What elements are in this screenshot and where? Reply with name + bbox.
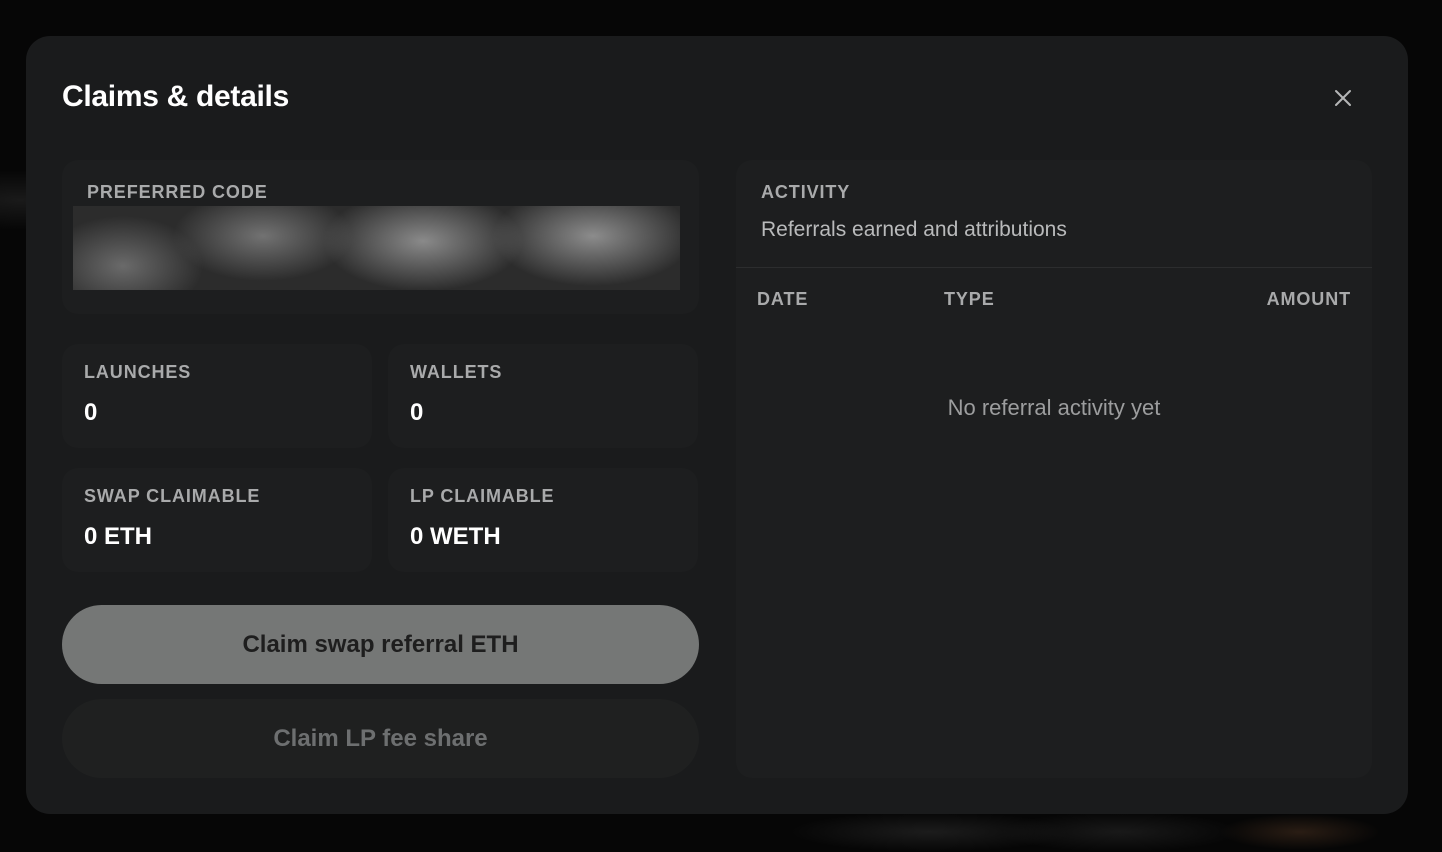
activity-card: ACTIVITY Referrals earned and attributio… — [736, 160, 1372, 778]
column-header-amount: AMOUNT — [1266, 289, 1351, 309]
modal-title: Claims & details — [62, 80, 289, 113]
activity-label: ACTIVITY — [761, 182, 851, 202]
close-icon — [1335, 90, 1351, 106]
activity-divider — [736, 267, 1372, 268]
preferred-code-redacted — [73, 206, 680, 290]
close-button[interactable] — [1330, 85, 1356, 111]
launches-label: LAUNCHES — [84, 362, 192, 382]
launches-value: 0 — [84, 399, 98, 426]
wallets-value: 0 — [410, 399, 424, 426]
activity-subtitle: Referrals earned and attributions — [761, 218, 1067, 241]
empty-state-message: No referral activity yet — [947, 395, 1161, 420]
claim-swap-referral-button[interactable]: Claim swap referral ETH — [62, 605, 699, 684]
claim-lp-fee-share-button[interactable]: Claim LP fee share — [62, 699, 699, 778]
lp-claimable-card: LP CLAIMABLE 0 WETH — [388, 468, 698, 572]
lp-claimable-label: LP CLAIMABLE — [410, 486, 555, 506]
wallets-card: WALLETS 0 — [388, 344, 698, 448]
preferred-code-card: PREFERRED CODE — [62, 160, 699, 314]
swap-claimable-card: SWAP CLAIMABLE 0 ETH — [62, 468, 372, 572]
swap-claimable-value: 0 ETH — [84, 523, 153, 550]
claims-modal: Claims & details PREFERRED CODE LAUNCHES… — [26, 36, 1408, 814]
column-header-date: DATE — [757, 289, 809, 309]
preferred-code-label: PREFERRED CODE — [87, 182, 268, 202]
wallets-label: WALLETS — [410, 362, 503, 382]
column-header-type: TYPE — [944, 289, 995, 309]
swap-claimable-label: SWAP CLAIMABLE — [84, 486, 261, 506]
launches-card: LAUNCHES 0 — [62, 344, 372, 448]
lp-claimable-value: 0 WETH — [410, 523, 501, 550]
